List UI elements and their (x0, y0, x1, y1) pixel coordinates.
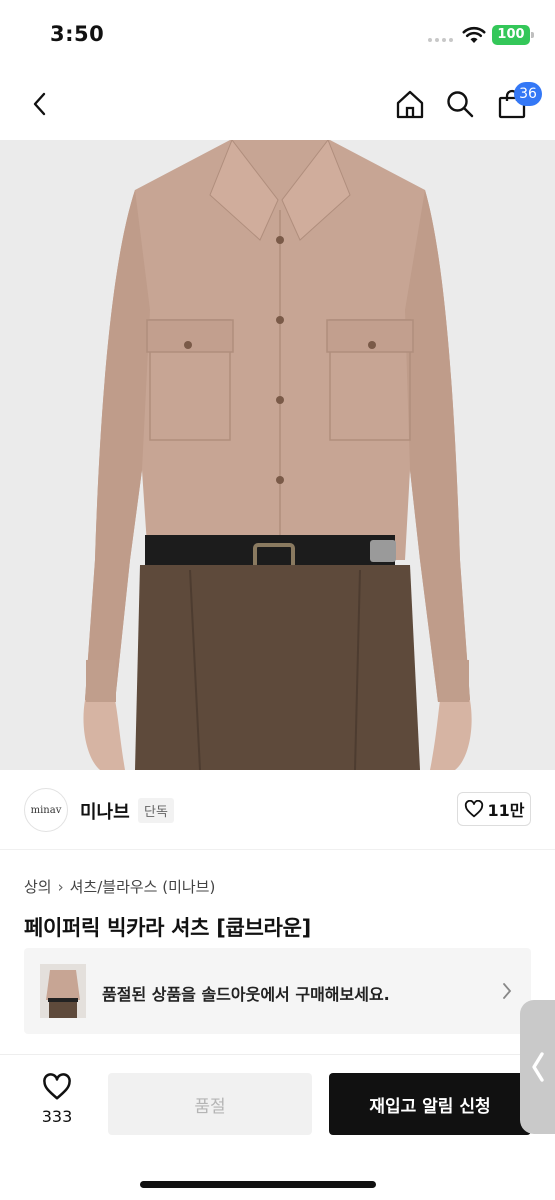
breadcrumb-item[interactable]: 셔츠/블라우스 (미나브) (70, 876, 216, 897)
breadcrumb: 상의 › 셔츠/블라우스 (미나브) (24, 876, 215, 897)
home-button[interactable] (390, 84, 430, 124)
product-page: 3:50 100 36 minav 미나브 단독 11만 상의 › 셔츠/블라우… (0, 0, 555, 1200)
wifi-icon (462, 26, 486, 43)
home-indicator (140, 1181, 376, 1188)
wish-button[interactable]: 333 (30, 1073, 84, 1133)
side-panel-handle[interactable] (520, 1000, 555, 1134)
cart-count-badge: 36 (514, 82, 542, 106)
brand-name[interactable]: 미나브 (80, 798, 130, 824)
brand-like-count: 11만 (487, 801, 525, 820)
banner-thumbnail (40, 964, 86, 1018)
breadcrumb-item[interactable]: 상의 (24, 876, 52, 897)
back-button[interactable] (20, 84, 60, 124)
search-button[interactable] (440, 84, 480, 124)
brand-like-button[interactable]: 11만 (457, 792, 531, 826)
chevron-left-icon (33, 92, 46, 116)
heart-icon (43, 1073, 71, 1100)
brand-logo-text: minav (30, 804, 62, 816)
product-photo (0, 140, 555, 770)
chevron-left-icon (531, 1052, 544, 1082)
status-bar: 3:50 100 (0, 0, 555, 70)
bottom-action-bar: 333 품절 재입고 알림 신청 (0, 1054, 555, 1200)
heart-icon (464, 800, 483, 818)
restock-alert-button[interactable]: 재입고 알림 신청 (329, 1073, 531, 1135)
home-icon (396, 90, 424, 119)
brand-logo[interactable]: minav (24, 788, 68, 832)
chevron-right-icon: › (57, 877, 64, 896)
banner-text: 품절된 상품을 솔드아웃에서 구매해보세요. (102, 985, 390, 1004)
search-icon (447, 91, 474, 118)
signal-icon (428, 38, 453, 42)
soldout-button: 품절 (108, 1073, 312, 1135)
status-time: 3:50 (50, 22, 105, 46)
battery-indicator: 100 (492, 25, 534, 45)
chevron-right-icon (503, 983, 512, 999)
product-image[interactable] (0, 140, 555, 770)
wish-count: 333 (41, 1107, 73, 1126)
brand-row: minav 미나브 단독 11만 (0, 770, 555, 850)
exclusive-badge: 단독 (138, 798, 174, 823)
nav-bar: 36 (0, 70, 555, 140)
product-title: 페이퍼릭 빅카라 셔츠 [쿱브라운] (24, 916, 311, 940)
soldout-banner[interactable]: 품절된 상품을 솔드아웃에서 구매해보세요. (24, 948, 531, 1034)
cart-button[interactable]: 36 (492, 82, 542, 124)
